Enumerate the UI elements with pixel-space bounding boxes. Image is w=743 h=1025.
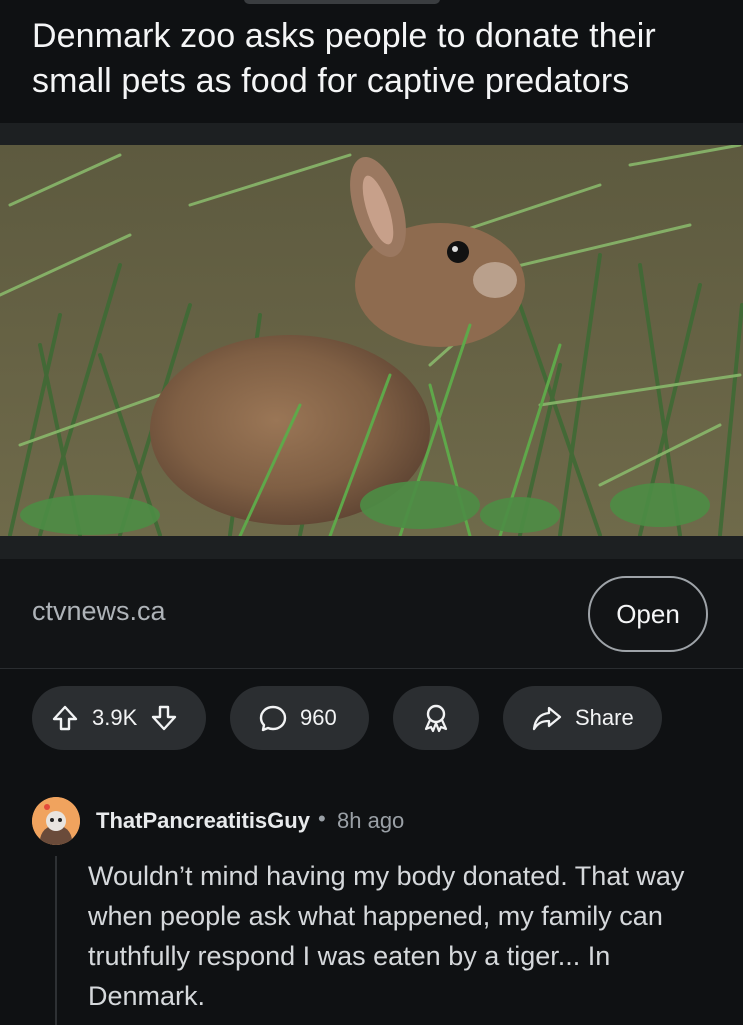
post-image[interactable] [0, 145, 743, 536]
drag-handle[interactable] [244, 0, 440, 4]
post-screen: Denmark zoo asks people to donate their … [0, 0, 743, 1025]
share-label: Share [575, 705, 634, 730]
award-icon [420, 702, 452, 734]
comment-author[interactable]: ThatPancreatitisGuy [96, 808, 310, 834]
post-title[interactable]: Denmark zoo asks people to donate their … [32, 14, 722, 104]
divider [0, 668, 743, 669]
comments-button[interactable]: 960 [230, 686, 369, 750]
vote-control: 3.9K [32, 686, 206, 750]
thread-line[interactable] [55, 856, 57, 1025]
open-link-button[interactable]: Open [588, 576, 708, 652]
comment-bubble-icon [258, 703, 288, 733]
vote-count: 3.9K [92, 705, 138, 730]
share-arrow-icon [531, 703, 563, 733]
upvote-icon[interactable] [50, 703, 80, 733]
comment-time: 8h ago [337, 808, 405, 833]
comment-count: 960 [300, 705, 337, 730]
share-button[interactable]: Share [503, 686, 662, 750]
downvote-icon[interactable] [149, 703, 179, 733]
meta-separator: • [318, 806, 326, 831]
rabbit-photo [0, 145, 743, 536]
link-domain[interactable]: ctvnews.ca [32, 596, 166, 627]
award-button[interactable] [393, 686, 479, 750]
comment-body[interactable]: Wouldn’t mind having my body donated. Th… [88, 856, 718, 1016]
avatar[interactable] [32, 797, 80, 845]
